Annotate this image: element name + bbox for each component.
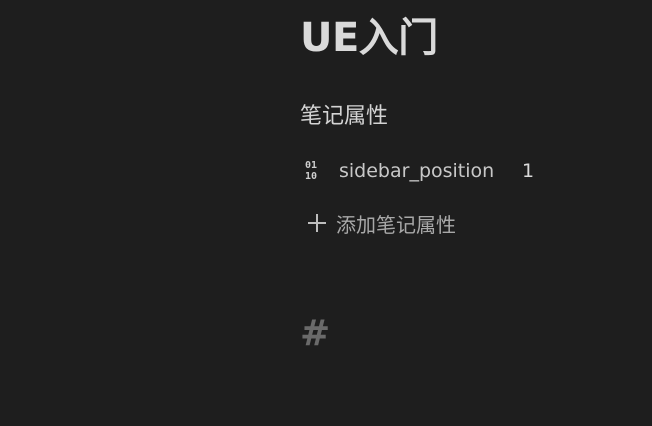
property-value[interactable]: 1	[522, 160, 534, 182]
number-icon-glyph-top: 01	[305, 160, 318, 171]
property-key[interactable]: sidebar_position	[339, 160, 522, 182]
property-row-sidebar-position[interactable]: 01 10 sidebar_position 1	[300, 156, 600, 186]
number-icon[interactable]: 01 10	[305, 158, 329, 184]
add-property-label: 添加笔记属性	[336, 212, 456, 237]
properties-heading[interactable]: 笔记属性	[300, 102, 388, 132]
add-property-button[interactable]: 添加笔记属性	[300, 208, 456, 238]
number-icon-glyph-bottom: 10	[305, 171, 318, 182]
heading-marker[interactable]: #	[300, 312, 330, 356]
note-title[interactable]: UE入门	[300, 14, 438, 62]
plus-icon	[305, 211, 329, 235]
